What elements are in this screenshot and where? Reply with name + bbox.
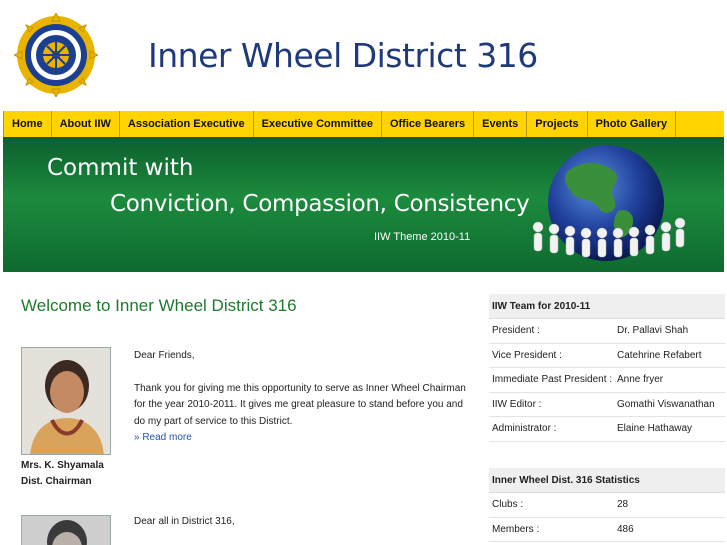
globe-people-icon xyxy=(532,145,686,261)
team-row: Administrator : Elaine Hathaway xyxy=(489,417,725,442)
second-letter-greeting: Dear all in District 316, xyxy=(134,516,235,527)
team-panel: IIW Team for 2010-11 President : Dr. Pal… xyxy=(489,294,725,442)
letter-body: Thank you for giving me this opportunity… xyxy=(134,382,466,427)
banner-line-2: Conviction, Compassion, Consistency xyxy=(110,191,530,217)
chairman-caption: Mrs. K. Shyamala Dist. Chairman xyxy=(21,458,104,490)
stats-row: Clubs : 28 xyxy=(489,493,725,518)
stats-row: Members : 486 xyxy=(489,518,725,542)
chairman-name: Mrs. K. Shyamala xyxy=(21,460,104,471)
team-role: IIW Editor : xyxy=(492,398,542,410)
team-row: President : Dr. Pallavi Shah xyxy=(489,319,725,344)
second-photo xyxy=(21,515,111,545)
team-member: Anne fryer xyxy=(617,374,664,385)
chairman-letter: Dear Friends, Thank you for giving me th… xyxy=(134,348,469,447)
nav-association-executive[interactable]: Association Executive xyxy=(120,111,254,137)
stats-panel: Inner Wheel Dist. 316 Statistics Clubs :… xyxy=(489,468,725,542)
nav-about-iiw[interactable]: About IIW xyxy=(52,111,120,137)
team-role: Administrator : xyxy=(492,423,557,434)
team-member: Dr. Pallavi Shah xyxy=(617,325,689,336)
nav-home[interactable]: Home xyxy=(3,111,52,137)
banner-theme-label: IIW Theme 2010-11 xyxy=(374,231,471,243)
nav-executive-committee[interactable]: Executive Committee xyxy=(254,111,382,137)
banner-line-1: Commit with xyxy=(47,155,194,181)
stats-label: Clubs : xyxy=(492,499,524,510)
stats-value: 486 xyxy=(617,523,634,535)
nav-office-bearers[interactable]: Office Bearers xyxy=(382,111,475,137)
welcome-heading: Welcome to Inner Wheel District 316 xyxy=(21,296,297,315)
read-more-link[interactable]: » Read more xyxy=(134,430,469,447)
stats-panel-title: Inner Wheel Dist. 316 Statistics xyxy=(489,468,725,493)
nav-photo-gallery[interactable]: Photo Gallery xyxy=(588,111,677,137)
team-member: Elaine Hathaway xyxy=(617,423,693,434)
team-panel-title: IIW Team for 2010-11 xyxy=(489,294,725,319)
team-member: Gomathi Viswanathan xyxy=(617,398,715,410)
team-row: Immediate Past President : Anne fryer xyxy=(489,368,725,393)
chairman-photo xyxy=(21,347,111,455)
nav-projects[interactable]: Projects xyxy=(527,111,588,137)
theme-banner: Commit with Conviction, Compassion, Cons… xyxy=(3,137,724,272)
team-member: Catehrine Refabert xyxy=(617,349,702,361)
team-row: Vice President : Catehrine Refabert xyxy=(489,344,725,368)
team-role: Vice President : xyxy=(492,349,562,361)
inner-wheel-logo[interactable] xyxy=(14,13,98,97)
site-title: Inner Wheel District 316 xyxy=(148,36,538,75)
team-role: President : xyxy=(492,325,540,336)
team-role: Immediate Past President : xyxy=(492,374,613,385)
stats-label: Members : xyxy=(492,523,540,535)
letter-greeting: Dear Friends, xyxy=(134,350,195,361)
nav-events[interactable]: Events xyxy=(474,111,528,137)
chairman-role: Dist. Chairman xyxy=(21,476,92,487)
stats-value: 28 xyxy=(617,499,629,510)
main-nav: Home About IIW Association Executive Exe… xyxy=(3,111,724,137)
site-header: Inner Wheel District 316 xyxy=(0,0,727,110)
team-row: IIW Editor : Gomathi Viswanathan xyxy=(489,393,725,417)
